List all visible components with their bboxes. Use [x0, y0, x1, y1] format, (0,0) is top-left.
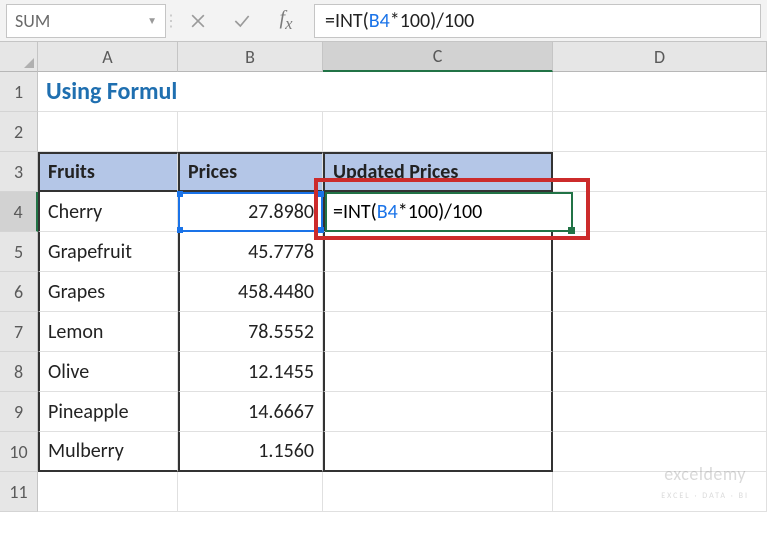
- name-box[interactable]: SUM ▼: [6, 4, 166, 38]
- watermark: exceldemy EXCEL · DATA · BI: [661, 463, 749, 501]
- insert-function-button[interactable]: fx: [264, 4, 308, 38]
- cell-updated[interactable]: [323, 272, 553, 312]
- row-header[interactable]: 8: [0, 352, 38, 392]
- edit-suffix: *100)/100: [398, 200, 483, 224]
- cell-updated[interactable]: [323, 432, 553, 472]
- cell-fruit[interactable]: Olive: [38, 352, 178, 392]
- col-header-B[interactable]: B: [178, 42, 323, 72]
- enter-button[interactable]: [220, 4, 264, 38]
- col-header-A[interactable]: A: [38, 42, 178, 72]
- select-all-corner[interactable]: [0, 42, 38, 72]
- cell-price[interactable]: 12.1455: [178, 352, 323, 392]
- cell[interactable]: [178, 72, 323, 112]
- close-icon: [188, 11, 208, 31]
- cell-fruit[interactable]: Grapes: [38, 272, 178, 312]
- cell[interactable]: [38, 112, 178, 152]
- worksheet: A B C D 1 Using Formula INT(number*100)/…: [0, 42, 767, 512]
- table-header[interactable]: Fruits: [38, 152, 178, 192]
- formula-text-suffix: *100)/100: [390, 9, 475, 33]
- cell[interactable]: [178, 472, 323, 512]
- cell-price[interactable]: 1.1560: [178, 432, 323, 472]
- cell[interactable]: [553, 272, 767, 312]
- cell[interactable]: [553, 392, 767, 432]
- formula-text-prefix: =INT(: [325, 9, 369, 33]
- col-header-C[interactable]: C: [323, 42, 553, 72]
- table-header[interactable]: Prices: [178, 152, 323, 192]
- row-header[interactable]: 6: [0, 272, 38, 312]
- check-icon: [232, 11, 252, 31]
- cell-updated[interactable]: [323, 312, 553, 352]
- cell[interactable]: [323, 472, 553, 512]
- cell[interactable]: [323, 72, 553, 112]
- cell-updated[interactable]: [323, 232, 553, 272]
- row-header[interactable]: 2: [0, 112, 38, 152]
- cell-fruit[interactable]: Grapefruit: [38, 232, 178, 272]
- cell-price[interactable]: 78.5552: [178, 312, 323, 352]
- cell-price[interactable]: 458.4480: [178, 272, 323, 312]
- row-header[interactable]: 11: [0, 472, 38, 512]
- cell[interactable]: [553, 112, 767, 152]
- title-cell[interactable]: Using Formula INT(number*100)/100: [38, 72, 178, 112]
- row-header[interactable]: 10: [0, 432, 38, 472]
- cell-price[interactable]: 27.8980: [178, 192, 323, 232]
- cell[interactable]: [38, 472, 178, 512]
- cell-fruit[interactable]: Pineapple: [38, 392, 178, 432]
- cell[interactable]: [178, 112, 323, 152]
- cell[interactable]: [323, 112, 553, 152]
- formula-text-ref: B4: [369, 9, 390, 33]
- row-header[interactable]: 7: [0, 312, 38, 352]
- watermark-main: exceldemy: [664, 463, 746, 485]
- row-header[interactable]: 9: [0, 392, 38, 432]
- row-header[interactable]: 1: [0, 72, 38, 112]
- grid-rows: 1 Using Formula INT(number*100)/100 2 3 …: [0, 72, 767, 512]
- column-headers: A B C D: [0, 42, 767, 72]
- cancel-button[interactable]: [176, 4, 220, 38]
- edit-ref: B4: [377, 200, 398, 224]
- cell-price[interactable]: 45.7778: [178, 232, 323, 272]
- cell-fruit[interactable]: Lemon: [38, 312, 178, 352]
- editing-cell[interactable]: =INT(B4*100)/100: [325, 192, 573, 232]
- cell[interactable]: [553, 232, 767, 272]
- formula-bar: SUM ▼ ⋮ fx =INT(B4*100)/100: [0, 0, 767, 42]
- cell-updated[interactable]: [323, 392, 553, 432]
- formula-input[interactable]: =INT(B4*100)/100: [314, 4, 761, 38]
- cell-fruit[interactable]: Mulberry: [38, 432, 178, 472]
- row-header[interactable]: 3: [0, 152, 38, 192]
- cell[interactable]: [553, 152, 767, 192]
- edit-prefix: =INT(: [333, 200, 377, 224]
- row-header[interactable]: 4: [0, 192, 38, 232]
- cell[interactable]: [553, 192, 767, 232]
- col-header-D[interactable]: D: [553, 42, 767, 72]
- fill-handle[interactable]: [568, 227, 575, 234]
- name-box-value: SUM: [15, 10, 50, 32]
- cell-price[interactable]: 14.6667: [178, 392, 323, 432]
- watermark-sub: EXCEL · DATA · BI: [661, 491, 749, 501]
- table-header[interactable]: Updated Prices: [323, 152, 553, 192]
- cell[interactable]: [553, 312, 767, 352]
- cell[interactable]: [553, 352, 767, 392]
- separator: ⋮: [166, 11, 176, 31]
- cell[interactable]: [553, 72, 767, 112]
- chevron-down-icon[interactable]: ▼: [147, 14, 157, 27]
- fx-icon: fx: [280, 7, 293, 34]
- cell-fruit[interactable]: Cherry: [38, 192, 178, 232]
- cell-updated[interactable]: [323, 352, 553, 392]
- row-header[interactable]: 5: [0, 232, 38, 272]
